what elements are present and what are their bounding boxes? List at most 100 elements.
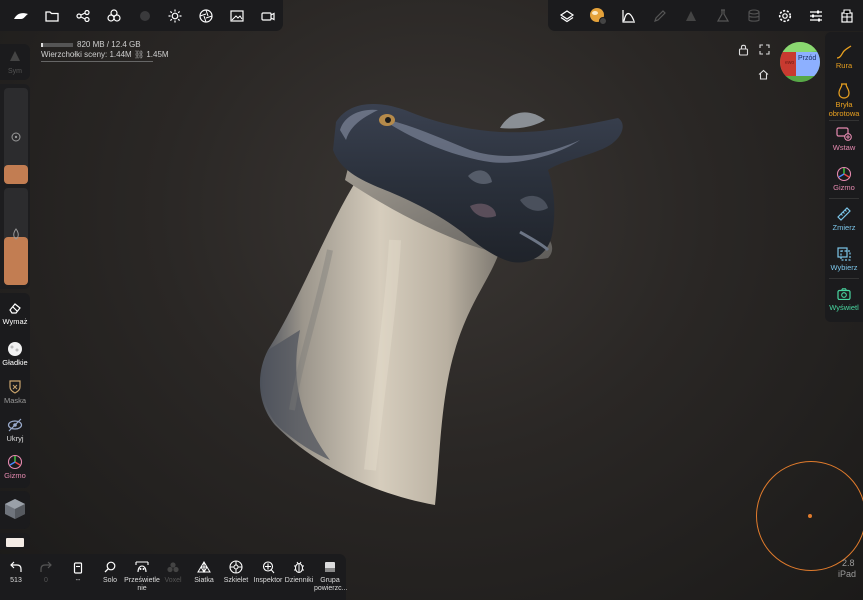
orientation-front-label: Przód <box>798 55 817 62</box>
version-number: 2.8 <box>842 558 855 568</box>
bug-icon <box>283 557 315 577</box>
material-cube-icon <box>4 498 26 520</box>
flask-icon[interactable] <box>707 0 738 31</box>
surface-group-label: Grupa powierzc... <box>314 577 348 592</box>
tool-tube-label: Rura <box>835 61 853 70</box>
skeleton-label: Szkielet <box>223 577 249 584</box>
redo-button[interactable]: 0 <box>33 554 59 600</box>
wireframe-label: Siatka <box>194 577 214 584</box>
light-icon[interactable] <box>160 0 191 31</box>
xray-button[interactable]: Prześwietlenie <box>122 554 162 600</box>
delete-label: -- <box>75 577 81 584</box>
top-right-toolbar <box>548 0 863 31</box>
symmetry-panel[interactable]: Sym <box>0 44 30 80</box>
tube-icon <box>825 42 863 62</box>
voxel-button[interactable]: Voxel <box>158 554 188 600</box>
tool-hide[interactable]: Ukryj <box>0 416 30 443</box>
tool-lathe[interactable]: Bryła obrotowa <box>825 81 863 118</box>
wireframe-icon <box>190 557 218 577</box>
tools-icon[interactable] <box>98 0 129 31</box>
user-icon[interactable] <box>832 0 863 31</box>
redo-icon <box>33 557 59 577</box>
tool-smooth-label: Gładkie <box>2 358 28 367</box>
insert-icon <box>825 124 863 144</box>
surface-group-button[interactable]: Grupa powierzc... <box>314 554 348 600</box>
wireframe-button[interactable]: Siatka <box>190 554 218 600</box>
home-icon[interactable] <box>758 69 769 80</box>
intensity-slider[interactable] <box>4 188 28 285</box>
skeleton-button[interactable]: Szkielet <box>221 554 251 600</box>
camera-icon[interactable] <box>252 0 283 31</box>
solo-button[interactable]: Solo <box>97 554 123 600</box>
radius-slider-fill <box>4 164 28 184</box>
sculpt-model[interactable] <box>0 0 863 600</box>
material-icon[interactable] <box>129 0 160 31</box>
redo-count: 0 <box>44 577 48 584</box>
scene-tree-icon[interactable] <box>68 0 99 31</box>
sliders-icon[interactable] <box>801 0 832 31</box>
tool-tube[interactable]: Rura <box>825 42 863 71</box>
xray-label: Prześwietlenie <box>124 577 160 592</box>
tool-mask[interactable]: Maska <box>0 378 30 405</box>
memory-usage: 820 MB / 12.4 GB <box>77 40 141 49</box>
delete-button[interactable]: -- <box>65 554 91 600</box>
tool-smooth[interactable]: Gładkie <box>0 340 30 367</box>
right-divider-2 <box>829 198 859 199</box>
tool-insert[interactable]: Wstaw <box>825 124 863 153</box>
eraser-icon <box>0 299 30 317</box>
tool-hide-label: Ukryj <box>6 434 24 443</box>
folder-icon[interactable] <box>37 0 68 31</box>
matcap-icon[interactable] <box>582 0 613 31</box>
scene-stats: 820 MB / 12.4 GB Wierzchołki sceny: 1.44… <box>41 40 169 62</box>
right-divider-1 <box>829 120 859 121</box>
tool-view-label: Wyświetl <box>829 303 859 312</box>
trash-icon <box>65 557 91 577</box>
inspector-icon <box>252 557 284 577</box>
radius-slider[interactable] <box>4 88 28 184</box>
stroke-curve-icon[interactable] <box>613 0 644 31</box>
intensity-icon <box>12 228 20 240</box>
undo-icon <box>3 557 29 577</box>
mask-icon <box>0 378 30 396</box>
tool-gizmo-right[interactable]: Gizmo <box>825 164 863 193</box>
tool-lathe-label: Bryła obrotowa <box>828 100 860 118</box>
logs-button[interactable]: Dzienniki <box>283 554 315 600</box>
vertices-label: Wierzchołki sceny: <box>41 49 108 59</box>
orientation-cube[interactable]: ewo Przód <box>780 42 820 82</box>
gizmo-icon <box>825 164 863 184</box>
material-preview-panel[interactable] <box>0 491 30 529</box>
pyramid-icon[interactable] <box>676 0 707 31</box>
undo-button[interactable]: 513 <box>3 554 29 600</box>
ruler-icon <box>825 204 863 224</box>
memory-bar <box>41 42 73 47</box>
lock-icon[interactable] <box>738 44 749 56</box>
right-divider-3 <box>829 278 859 279</box>
logo-icon[interactable] <box>6 0 37 31</box>
tool-insert-label: Wstaw <box>832 143 856 152</box>
tool-measure[interactable]: Zmierz <box>825 204 863 233</box>
pen-icon[interactable] <box>645 0 676 31</box>
vertices-value-2: 1.45M <box>146 49 169 59</box>
tool-gizmo-left[interactable]: Gizmo <box>0 453 30 480</box>
tool-erase[interactable]: Wymaż <box>0 299 30 326</box>
tool-mask-label: Maska <box>3 396 27 405</box>
stack-icon[interactable] <box>738 0 769 31</box>
tool-select[interactable]: Wybierz <box>825 244 863 273</box>
radius-icon <box>11 132 21 142</box>
xray-icon <box>122 557 162 577</box>
vertices-value: 1.44M <box>109 49 132 59</box>
voxel-label: Voxel <box>164 577 182 584</box>
inspector-label: Inspektor <box>253 577 283 584</box>
inspector-button[interactable]: Inspektor <box>252 554 284 600</box>
voxel-icon <box>158 557 188 577</box>
color-swatch <box>6 538 24 547</box>
aperture-icon[interactable] <box>191 0 222 31</box>
color-swatch-panel[interactable] <box>0 533 30 549</box>
tool-view[interactable]: Wyświetl <box>825 284 863 313</box>
fullscreen-icon[interactable] <box>759 44 770 55</box>
gizmo-icon <box>0 453 30 471</box>
symmetry-icon <box>9 50 21 62</box>
layers-icon[interactable] <box>551 0 582 31</box>
image-icon[interactable] <box>221 0 252 31</box>
settings-icon[interactable] <box>769 0 800 31</box>
